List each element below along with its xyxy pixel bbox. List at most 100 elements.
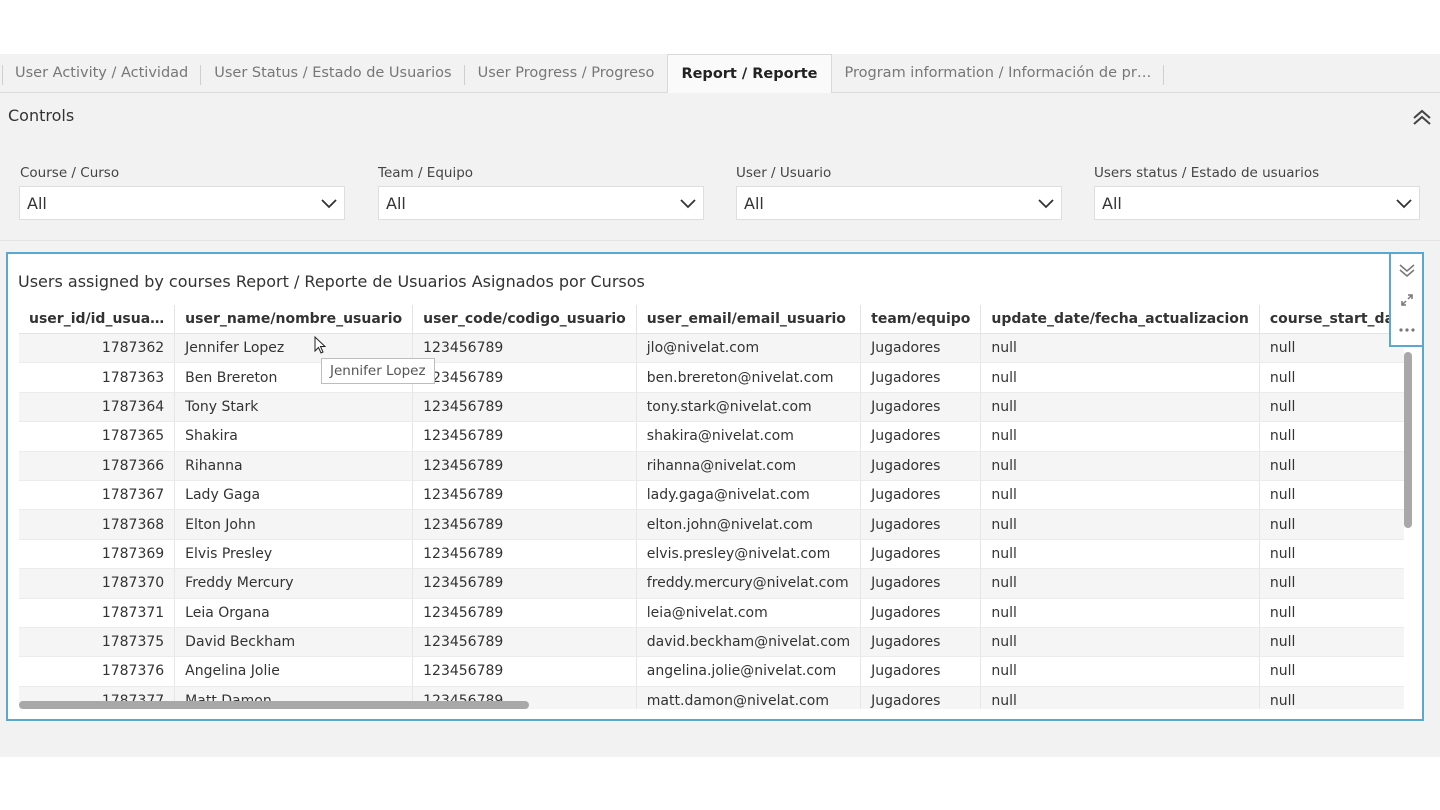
tab-user-progress[interactable]: User Progress / Progreso	[465, 54, 668, 92]
double-chevron-up-icon[interactable]	[1410, 106, 1434, 128]
table-row[interactable]: 1787376 Angelina Jolie 123456789 angelina.j…	[19, 656, 1404, 687]
table-cell[interactable]: Jugadores	[860, 392, 982, 423]
table-cell[interactable]: matt.damon@nivelat.com	[636, 686, 862, 709]
table-cell[interactable]: null	[1259, 392, 1404, 423]
table-cell[interactable]: 123456789	[412, 480, 637, 511]
table-cell[interactable]: 1787367	[19, 480, 176, 511]
table-cell[interactable]: null	[980, 539, 1260, 570]
table-cell[interactable]: 1787369	[19, 539, 176, 570]
table-cell[interactable]: null	[1259, 451, 1404, 481]
table-cell[interactable]: Leia Organa	[174, 598, 414, 628]
table-cell[interactable]: null	[980, 656, 1260, 687]
table-cell[interactable]: 123456789	[412, 333, 637, 364]
table-cell[interactable]: 123456789	[412, 392, 637, 423]
table-cell[interactable]: Jugadores	[860, 333, 982, 364]
table-row[interactable]: 1787370 Freddy Mercury 123456789 freddy.mer…	[19, 568, 1404, 599]
table-row[interactable]: 1787363 Ben Brereton 123456789 ben.brereton…	[19, 362, 1404, 393]
table-cell[interactable]: null	[980, 686, 1260, 709]
table-cell[interactable]: Jugadores	[860, 598, 982, 628]
table-cell[interactable]: null	[1259, 539, 1404, 570]
table-cell[interactable]: null	[1259, 333, 1404, 364]
table-cell[interactable]: null	[1259, 362, 1404, 393]
table-cell[interactable]: 1787362	[19, 333, 176, 364]
table-cell[interactable]: null	[1259, 598, 1404, 628]
table-cell[interactable]: Jugadores	[860, 421, 982, 452]
table-cell[interactable]: freddy.mercury@nivelat.com	[636, 568, 862, 599]
table-row[interactable]: 1787369 Elvis Presley 123456789 elvis.presl…	[19, 539, 1404, 570]
table-cell[interactable]: 1787375	[19, 627, 176, 658]
table-cell[interactable]: 1787371	[19, 598, 176, 628]
expand-arrows-icon[interactable]	[1391, 285, 1422, 315]
table-cell[interactable]: angelina.jolie@nivelat.com	[636, 656, 862, 687]
table-cell[interactable]: null	[1259, 480, 1404, 511]
table-cell[interactable]: null	[980, 568, 1260, 599]
table-cell[interactable]: null	[980, 421, 1260, 452]
user-dropdown[interactable]: All	[736, 186, 1062, 220]
table-cell[interactable]: 123456789	[412, 451, 637, 481]
table-cell[interactable]: ben.brereton@nivelat.com	[636, 362, 862, 393]
table-cell[interactable]: null	[980, 362, 1260, 393]
table-cell[interactable]: 1787376	[19, 656, 176, 687]
team-dropdown[interactable]: All	[378, 186, 704, 220]
table-cell[interactable]: Elton John	[174, 509, 414, 540]
table-cell[interactable]: 123456789	[412, 362, 637, 393]
table-cell[interactable]: Jugadores	[860, 509, 982, 540]
column-header[interactable]: course_start_date/fecha_in	[1259, 305, 1404, 334]
table-cell[interactable]: 1787370	[19, 568, 176, 599]
table-cell[interactable]: Freddy Mercury	[174, 568, 414, 599]
table-cell[interactable]: rihanna@nivelat.com	[636, 451, 862, 481]
tab-user-status[interactable]: User Status / Estado de Usuarios	[201, 54, 465, 92]
table-cell[interactable]: Jugadores	[860, 568, 982, 599]
more-options-icon[interactable]	[1391, 315, 1422, 345]
table-cell[interactable]: null	[980, 598, 1260, 628]
table-row[interactable]: 1787371 Leia Organa 123456789 leia@nivelat.…	[19, 598, 1404, 628]
horizontal-scrollbar[interactable]	[19, 701, 529, 709]
table-cell[interactable]: Jugadores	[860, 362, 982, 393]
table-cell[interactable]: null	[1259, 686, 1404, 709]
table-cell[interactable]: null	[980, 627, 1260, 658]
table-row[interactable]: 1787364 Tony Stark 123456789 tony.stark@niv…	[19, 392, 1404, 423]
table-cell[interactable]: Jugadores	[860, 627, 982, 658]
table-cell[interactable]: 123456789	[412, 656, 637, 687]
report-table-visual[interactable]: Users assigned by courses Report / Repor…	[6, 252, 1424, 721]
table-cell[interactable]: Elvis Presley	[174, 539, 414, 570]
table-row[interactable]: 1787375 David Beckham 123456789 david.beckh…	[19, 627, 1404, 658]
tab-report[interactable]: Report / Reporte	[667, 54, 832, 93]
column-header[interactable]: update_date/fecha_actualizacion	[980, 305, 1260, 334]
column-header[interactable]: user_name/nombre_usuario	[174, 305, 414, 334]
table-cell[interactable]: Angelina Jolie	[174, 656, 414, 687]
table-row[interactable]: 1787365 Shakira 123456789 shakira@nivelat.c…	[19, 421, 1404, 452]
table-cell[interactable]: Jugadores	[860, 539, 982, 570]
tab-user-activity[interactable]: User Activity / Actividad	[0, 54, 202, 92]
table-cell[interactable]: 1787365	[19, 421, 176, 452]
table-cell[interactable]: 1787368	[19, 509, 176, 540]
table-cell[interactable]: leia@nivelat.com	[636, 598, 862, 628]
table-cell[interactable]: null	[1259, 568, 1404, 599]
table-cell[interactable]: Jugadores	[860, 451, 982, 481]
table-cell[interactable]: elton.john@nivelat.com	[636, 509, 862, 540]
table-cell[interactable]: Jugadores	[860, 656, 982, 687]
table-cell[interactable]: elvis.presley@nivelat.com	[636, 539, 862, 570]
tab-program-information[interactable]: Program information / Información de pr…	[832, 54, 1165, 92]
table-cell[interactable]: null	[1259, 627, 1404, 658]
table-cell[interactable]: Tony Stark	[174, 392, 414, 423]
table-cell[interactable]: 123456789	[412, 598, 637, 628]
column-header[interactable]: user_id/id_usua…	[19, 305, 176, 334]
table-cell[interactable]: 123456789	[412, 539, 637, 570]
table-cell[interactable]: null	[1259, 656, 1404, 687]
table-cell[interactable]: tony.stark@nivelat.com	[636, 392, 862, 423]
table-cell[interactable]: null	[980, 480, 1260, 511]
table-cell[interactable]: null	[980, 451, 1260, 481]
course-dropdown[interactable]: All	[19, 186, 345, 220]
table-cell[interactable]: Shakira	[174, 421, 414, 452]
double-chevron-down-icon[interactable]	[1391, 255, 1422, 285]
column-header[interactable]: user_code/codigo_usuario	[412, 305, 637, 334]
table-cell[interactable]: 123456789	[412, 509, 637, 540]
table-cell[interactable]: Lady Gaga	[174, 480, 414, 511]
table-cell[interactable]: 1787366	[19, 451, 176, 481]
column-header[interactable]: team/equipo	[860, 305, 982, 334]
table-container[interactable]: user_id/id_usua… user_name/nombre_usuario…	[19, 305, 1404, 709]
table-cell[interactable]: 1787364	[19, 392, 176, 423]
users-status-dropdown[interactable]: All	[1094, 186, 1420, 220]
vertical-scrollbar[interactable]	[1404, 352, 1412, 528]
